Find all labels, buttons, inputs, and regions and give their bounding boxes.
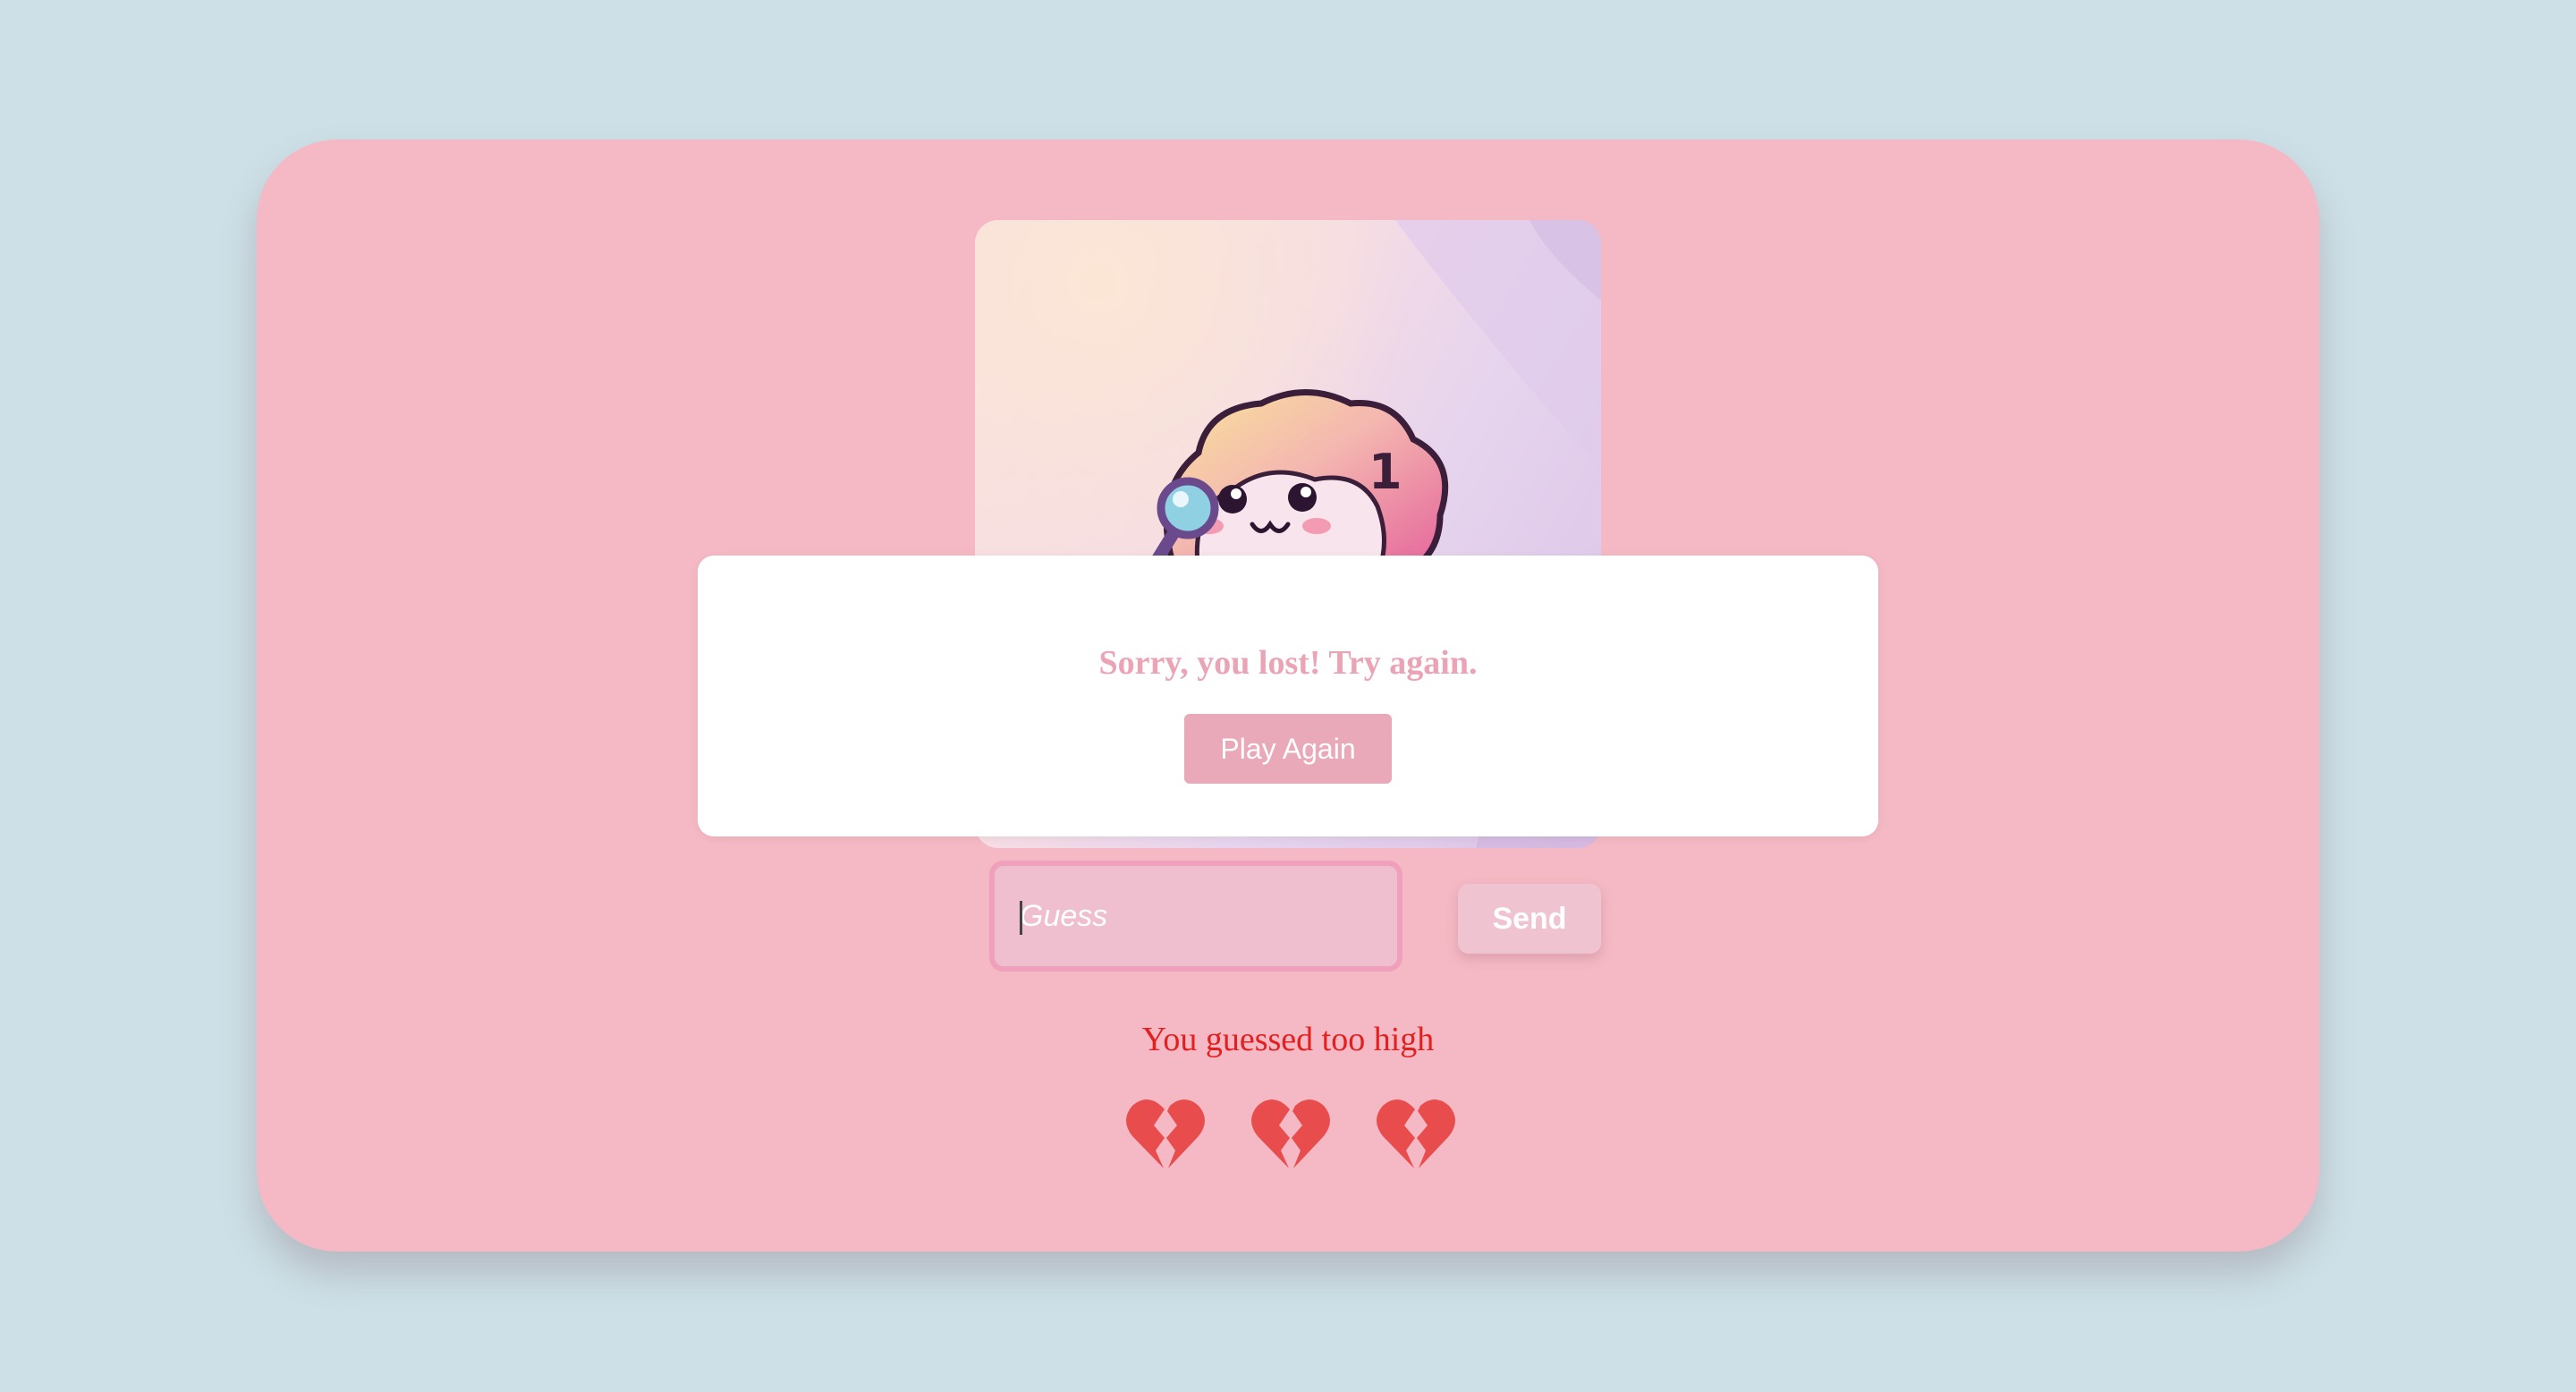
guess-input[interactable] [989, 861, 1402, 972]
send-button[interactable]: Send [1458, 884, 1601, 954]
game-over-message: Sorry, you lost! Try again. [1098, 644, 1478, 682]
text-caret [1020, 901, 1022, 935]
broken-heart-icon [1126, 1099, 1205, 1168]
mascot-number-badge: 1 [1368, 444, 1402, 500]
broken-heart-icon [1251, 1099, 1330, 1168]
lives-indicator [1125, 1093, 1456, 1174]
broken-heart-icon [1377, 1099, 1455, 1168]
game-over-modal: Sorry, you lost! Try again. Play Again [698, 556, 1878, 836]
play-again-button[interactable]: Play Again [1184, 714, 1392, 784]
feedback-message: You guessed too high [1141, 1021, 1435, 1058]
app-root: 1 Send You guessed too high Sorry, you l… [0, 0, 2576, 1392]
